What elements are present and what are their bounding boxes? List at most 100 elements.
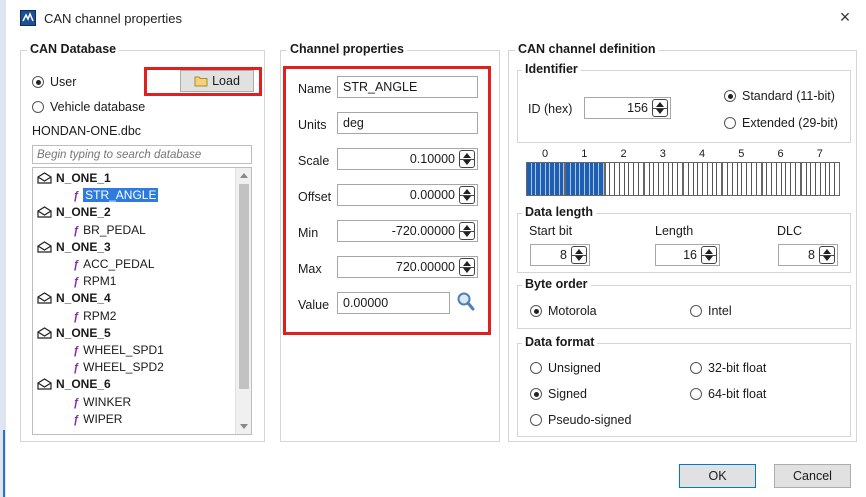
user-radio[interactable]: User bbox=[32, 75, 76, 89]
offset-field[interactable]: 0.00000 bbox=[337, 184, 478, 206]
scroll-thumb[interactable] bbox=[239, 184, 249, 389]
radio-unchecked-icon bbox=[690, 305, 702, 317]
offset-label: Offset bbox=[298, 190, 332, 204]
signal-icon: ƒ bbox=[73, 362, 80, 375]
offset-spinner-icon[interactable] bbox=[459, 186, 475, 204]
vehicle-database-radio[interactable]: Vehicle database bbox=[32, 100, 145, 114]
float64-radio[interactable]: 64-bit float bbox=[690, 387, 766, 401]
radio-unchecked-icon bbox=[32, 101, 44, 113]
units-field[interactable]: deg bbox=[337, 112, 478, 134]
tree-signal[interactable]: ƒ ACC_PEDAL bbox=[73, 257, 155, 271]
ok-button[interactable]: OK bbox=[679, 464, 756, 488]
tree-item-label: RPM2 bbox=[83, 308, 117, 323]
byte-cell[interactable] bbox=[722, 162, 762, 196]
intel-radio[interactable]: Intel bbox=[690, 304, 732, 318]
tree-signal[interactable]: ƒ WHEEL_SPD1 bbox=[73, 343, 164, 357]
tree-node[interactable]: N_ONE_6 bbox=[37, 377, 111, 393]
tree-signal[interactable]: ƒ WINKER bbox=[73, 395, 131, 409]
tree-signal[interactable]: ƒ BR_PEDAL bbox=[73, 223, 146, 237]
tree-signal[interactable]: ƒ RPM1 bbox=[73, 274, 116, 288]
envelope-icon bbox=[37, 378, 52, 393]
envelope-icon bbox=[37, 292, 52, 307]
tree-signal[interactable]: ƒ RPM2 bbox=[73, 309, 116, 323]
signed-radio[interactable]: Signed bbox=[530, 387, 587, 401]
cancel-button[interactable]: Cancel bbox=[774, 464, 851, 488]
database-search-input[interactable] bbox=[32, 145, 252, 164]
title-bar: CAN channel properties × bbox=[6, 0, 866, 36]
standard-11bit-radio[interactable]: Standard (11-bit) bbox=[724, 89, 835, 103]
tree-signal[interactable]: ƒ WHEEL_SPD2 bbox=[73, 360, 164, 374]
close-icon[interactable]: × bbox=[832, 4, 858, 30]
bit-cell[interactable] bbox=[796, 163, 800, 195]
database-tree: N_ONE_1 ƒ STR_ANGLE N_ONE_2 ƒ BR_PEDAL N_ONE_3… bbox=[32, 167, 252, 435]
bit-cell[interactable] bbox=[678, 163, 682, 195]
start-bit-field[interactable]: 8 bbox=[530, 244, 590, 266]
tree-item-label: BR_PEDAL bbox=[83, 222, 146, 237]
tree-signal[interactable]: ƒ STR_ANGLE bbox=[73, 188, 159, 203]
byte-index-label: 6 bbox=[777, 148, 784, 160]
byte-cell[interactable] bbox=[800, 162, 840, 196]
tree-signal[interactable]: ƒ WIPER bbox=[73, 412, 122, 426]
length-label: Length bbox=[655, 224, 694, 238]
byte-cell[interactable] bbox=[604, 162, 644, 196]
float32-radio[interactable]: 32-bit float bbox=[690, 361, 766, 375]
length-field[interactable]: 16 bbox=[655, 244, 720, 266]
scale-spinner-icon[interactable] bbox=[459, 150, 475, 168]
id-spinner-icon[interactable] bbox=[652, 99, 668, 117]
scale-field[interactable]: 0.10000 bbox=[337, 148, 478, 170]
length-spinner-icon[interactable] bbox=[701, 246, 717, 264]
byte-cell[interactable] bbox=[526, 162, 566, 196]
tree-item-label: WHEEL_SPD1 bbox=[83, 343, 164, 357]
tree-node[interactable]: N_ONE_2 bbox=[37, 205, 111, 221]
tree-scrollbar[interactable] bbox=[235, 168, 251, 434]
tree-item-label: N_ONE_4 bbox=[56, 291, 111, 306]
byte-cell[interactable] bbox=[683, 162, 723, 196]
id-hex-field[interactable]: 156 bbox=[584, 97, 671, 119]
bit-cell[interactable] bbox=[757, 163, 761, 195]
min-spinner-icon[interactable] bbox=[459, 222, 475, 240]
tree-node[interactable]: N_ONE_5 bbox=[37, 326, 111, 342]
bit-cell[interactable] bbox=[639, 163, 643, 195]
max-field[interactable]: 720.00000 bbox=[337, 256, 478, 278]
byte-cell[interactable] bbox=[565, 162, 605, 196]
radio-unchecked-icon bbox=[530, 414, 542, 426]
tree-item-label: RPM1 bbox=[83, 274, 117, 289]
dlc-spinner-icon[interactable] bbox=[819, 246, 835, 264]
byte-index-label: 5 bbox=[738, 148, 745, 160]
tree-node[interactable]: N_ONE_3 bbox=[37, 240, 111, 256]
motorola-radio[interactable]: Motorola bbox=[530, 304, 597, 318]
byte-cell[interactable] bbox=[761, 162, 801, 196]
channel-properties-group: Channel properties bbox=[280, 42, 500, 442]
pseudo-signed-radio[interactable]: Pseudo-signed bbox=[530, 413, 631, 427]
radio-unchecked-icon bbox=[724, 117, 736, 129]
search-icon[interactable] bbox=[456, 291, 476, 316]
load-button[interactable]: Load bbox=[180, 70, 254, 92]
scroll-down-icon[interactable] bbox=[240, 424, 248, 429]
tree-node[interactable]: N_ONE_1 bbox=[37, 171, 111, 187]
value-label: Value bbox=[298, 298, 330, 312]
dlc-field[interactable]: 8 bbox=[778, 244, 838, 266]
envelope-icon bbox=[37, 327, 52, 342]
can-database-title: CAN Database bbox=[27, 42, 120, 56]
unsigned-radio[interactable]: Unsigned bbox=[530, 361, 601, 375]
max-spinner-icon[interactable] bbox=[459, 258, 475, 276]
value-field[interactable]: 0.00000 bbox=[337, 292, 450, 314]
byte-index-label: 0 bbox=[541, 148, 549, 160]
bit-cell[interactable] bbox=[560, 163, 565, 195]
bit-layout-grid[interactable] bbox=[526, 162, 840, 196]
bit-cell[interactable] bbox=[835, 163, 839, 195]
name-label: Name bbox=[298, 82, 332, 96]
byte-index-label: 4 bbox=[698, 148, 706, 160]
scroll-up-icon[interactable] bbox=[240, 173, 248, 178]
bit-cell[interactable] bbox=[599, 163, 604, 195]
name-field[interactable]: STR_ANGLE bbox=[337, 76, 478, 98]
tree-item-label: WINKER bbox=[83, 394, 132, 409]
extended-29bit-radio[interactable]: Extended (29-bit) bbox=[724, 116, 838, 130]
bit-cell[interactable] bbox=[717, 163, 721, 195]
tree-node[interactable]: N_ONE_4 bbox=[37, 291, 111, 307]
min-field[interactable]: -720.00000 bbox=[337, 220, 478, 242]
byte-cell[interactable] bbox=[643, 162, 683, 196]
start-bit-spinner-icon[interactable] bbox=[571, 246, 587, 264]
database-file-name: HONDAN-ONE.dbc bbox=[32, 124, 142, 138]
window-title: CAN channel properties bbox=[44, 11, 183, 26]
